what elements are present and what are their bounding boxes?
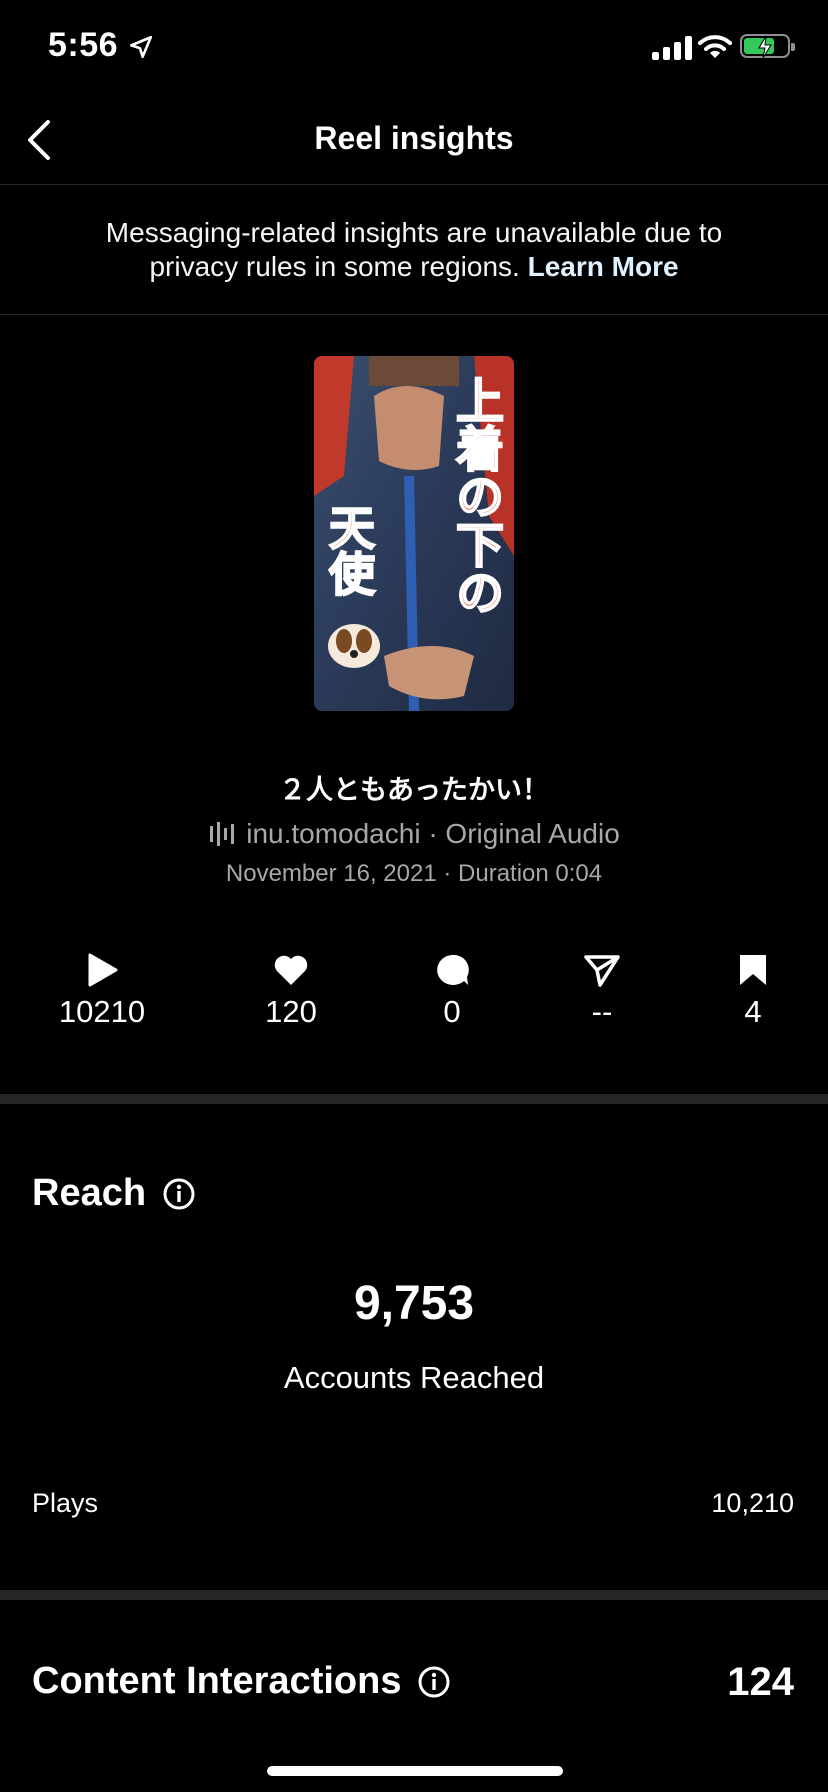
content-interactions-value: 124 xyxy=(727,1660,794,1704)
plays-label: Plays xyxy=(32,1488,99,1518)
reach-title: Reach xyxy=(32,1172,147,1214)
stat-shares-value: -- xyxy=(591,994,613,1029)
battery-icon xyxy=(740,34,795,59)
page-title: Reel insights xyxy=(314,120,514,156)
send-icon xyxy=(532,952,672,988)
content-interactions-info-icon[interactable] xyxy=(417,1665,451,1699)
stat-plays-value: 10210 xyxy=(58,994,146,1029)
stat-likes-value: 120 xyxy=(265,994,317,1029)
audio-row[interactable]: inu.tomodachi · Original Audio xyxy=(0,818,828,850)
play-icon xyxy=(32,952,172,988)
reel-meta: November 16, 2021 · Duration 0:04 xyxy=(225,860,603,887)
header-divider xyxy=(0,184,828,185)
accounts-reached-label: Accounts Reached xyxy=(283,1360,545,1395)
accounts-reached-value: 9,753 xyxy=(353,1277,475,1330)
stat-plays: 10210 xyxy=(32,952,172,1030)
reel-thumbnail[interactable]: 上着の下の 天使 xyxy=(314,356,514,711)
bookmark-icon xyxy=(683,952,823,988)
learn-more-link[interactable]: Learn More xyxy=(528,251,679,282)
stat-saves: 4 xyxy=(683,952,823,1030)
stat-shares: -- xyxy=(532,952,672,1030)
section-divider xyxy=(0,1094,828,1104)
heart-icon xyxy=(221,952,361,988)
notice-divider xyxy=(0,314,828,315)
home-indicator[interactable] xyxy=(267,1766,563,1776)
stat-saves-value: 4 xyxy=(744,994,762,1029)
plays-value: 10,210 xyxy=(711,1488,794,1518)
audio-label: inu.tomodachi · Original Audio xyxy=(246,818,620,849)
comment-icon xyxy=(382,952,522,988)
content-interactions-header: Content Interactions xyxy=(32,1660,451,1703)
privacy-notice: Messaging-related insights are unavailab… xyxy=(60,216,768,284)
cellular-signal-icon xyxy=(652,36,692,60)
content-interactions-title: Content Interactions xyxy=(32,1660,402,1702)
stat-comments: 0 xyxy=(382,952,522,1030)
stat-likes: 120 xyxy=(221,952,361,1030)
reach-header: Reach xyxy=(32,1172,196,1215)
wifi-icon xyxy=(698,34,732,65)
section-divider-2 xyxy=(0,1590,828,1600)
reach-info-icon[interactable] xyxy=(162,1177,196,1211)
overlay-text-line1: 上着の下の xyxy=(447,375,502,617)
audio-waveform-icon xyxy=(210,822,235,846)
location-arrow-icon xyxy=(128,34,154,65)
overlay-text-line2: 天使 xyxy=(322,503,376,597)
stat-comments-value: 0 xyxy=(443,994,461,1029)
status-time: 5:56 xyxy=(48,26,119,64)
reel-caption: ２人ともあったかい！ xyxy=(279,775,549,805)
